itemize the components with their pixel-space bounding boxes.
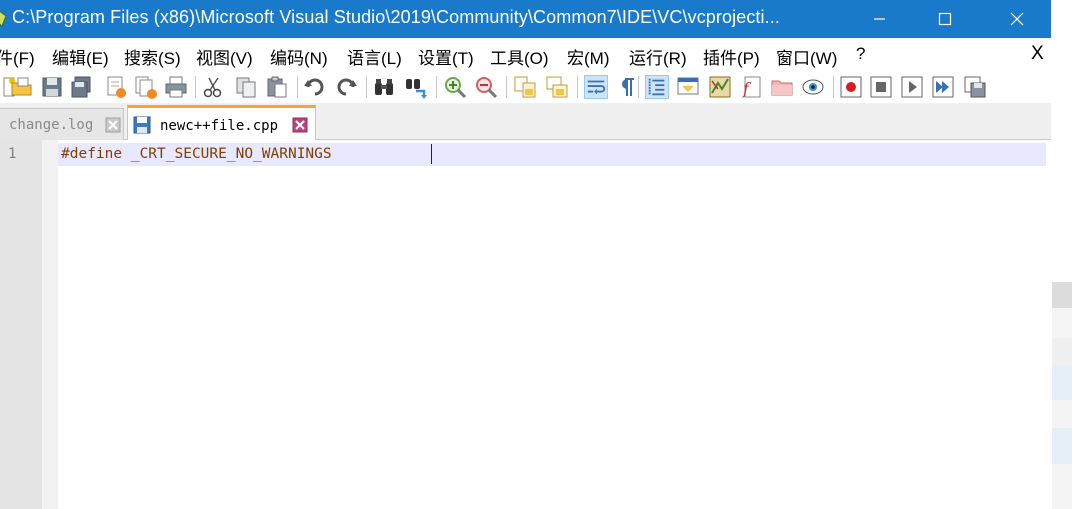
word-wrap-icon[interactable] [584, 75, 608, 99]
toolbar-separator [577, 76, 578, 98]
maximize-icon [938, 12, 952, 26]
close-tab-icon[interactable] [105, 117, 121, 133]
close-icon[interactable] [104, 75, 128, 99]
background-panel [1052, 308, 1072, 338]
notepad-app-icon [0, 10, 7, 27]
save-all-icon[interactable] [69, 75, 93, 99]
undo-icon[interactable] [303, 75, 327, 99]
menu-view[interactable]: 视图(V) [196, 44, 253, 69]
minimize-button[interactable] [856, 0, 902, 38]
line-number-gutter: 1 [0, 140, 42, 509]
close-window-button[interactable] [994, 0, 1040, 38]
menu-language[interactable]: 语言(L) [347, 44, 402, 69]
paste-icon[interactable] [265, 75, 289, 99]
tab-label: newc++file.cpp [160, 118, 279, 134]
print-icon[interactable] [164, 75, 188, 99]
notepad-window: C:\Program Files (x86)\Microsoft Visual … [0, 0, 1051, 509]
menu-bar: 件(F) 编辑(E) 搜索(S) 视图(V) 编码(N) 语言(L) 设置(T)… [0, 38, 1051, 70]
menu-search[interactable]: 搜索(S) [124, 44, 181, 69]
menu-file[interactable]: 件(F) [0, 44, 35, 69]
menu-window[interactable]: 窗口(W) [776, 44, 837, 69]
menu-settings[interactable]: 设置(T) [418, 44, 474, 69]
tab-newc-file-cpp[interactable]: newc++file.cpp [127, 105, 316, 141]
close-tab-icon[interactable] [292, 117, 308, 133]
record-macro-icon[interactable] [839, 75, 863, 99]
background-window-edge [1052, 0, 1072, 509]
folder-workspace-icon[interactable] [770, 75, 794, 99]
fold-margin[interactable] [42, 140, 58, 509]
background-panel [1052, 400, 1072, 428]
close-all-icon[interactable] [134, 75, 158, 99]
find-icon[interactable] [372, 75, 396, 99]
save-macro-icon[interactable] [963, 75, 987, 99]
code-line[interactable]: #define _CRT_SECURE_NO_WARNINGS [61, 146, 332, 162]
background-panel [1052, 366, 1072, 400]
menu-encoding[interactable]: 编码(N) [270, 44, 328, 69]
menu-help[interactable]: ? [856, 44, 865, 64]
toolbar-separator [506, 76, 507, 98]
background-panel [1052, 338, 1072, 366]
toolbar-separator [195, 76, 196, 98]
code-text-area[interactable]: #define _CRT_SECURE_NO_WARNINGS [58, 140, 1050, 509]
line-number: 1 [8, 146, 17, 162]
show-all-chars-icon[interactable] [614, 75, 638, 99]
redo-icon[interactable] [334, 75, 358, 99]
background-panel [1052, 0, 1072, 282]
background-panel [1052, 282, 1072, 308]
tab-label: change.log [9, 117, 94, 133]
close-document-button[interactable]: X [1031, 43, 1044, 65]
cut-icon[interactable] [201, 75, 225, 99]
background-panel [1052, 428, 1072, 464]
close-icon [1010, 12, 1024, 26]
saved-file-icon [133, 116, 151, 134]
menu-tools[interactable]: 工具(O) [490, 44, 549, 69]
tab-change-log[interactable]: change.log [0, 108, 124, 140]
background-panel [1052, 464, 1072, 509]
sync-vertical-icon[interactable] [513, 75, 537, 99]
text-caret [431, 144, 432, 164]
editor-area[interactable]: 1 #define _CRT_SECURE_NO_WARNINGS [0, 140, 1051, 509]
user-language-icon[interactable] [676, 75, 700, 99]
monitoring-icon[interactable] [801, 75, 825, 99]
title-bar[interactable]: C:\Program Files (x86)\Microsoft Visual … [0, 0, 1051, 38]
minimize-icon [874, 18, 885, 20]
toolbar-separator [366, 76, 367, 98]
window-title: C:\Program Files (x86)\Microsoft Visual … [12, 7, 780, 27]
menu-edit[interactable]: 编辑(E) [52, 44, 109, 69]
copy-icon[interactable] [234, 75, 258, 99]
save-icon[interactable] [40, 75, 64, 99]
toolbar: f [0, 70, 1051, 104]
function-list-icon[interactable]: f [740, 75, 764, 99]
play-macro-icon[interactable] [900, 75, 924, 99]
zoom-out-icon[interactable] [474, 75, 498, 99]
zoom-in-icon[interactable] [443, 75, 467, 99]
tab-bar: change.log newc++file.cpp [0, 104, 1051, 141]
indent-guide-icon[interactable] [645, 75, 669, 99]
toolbar-separator [297, 76, 298, 98]
sync-horizontal-icon[interactable] [545, 75, 569, 99]
document-map-icon[interactable] [708, 75, 732, 99]
stop-recording-icon[interactable] [869, 75, 893, 99]
menu-plugins[interactable]: 插件(P) [703, 44, 760, 69]
toolbar-separator [436, 76, 437, 98]
run-macro-multiple-icon[interactable] [931, 75, 955, 99]
replace-icon[interactable] [404, 75, 428, 99]
menu-run[interactable]: 运行(R) [629, 44, 687, 69]
toolbar-separator [638, 76, 639, 98]
toolbar-separator [833, 76, 834, 98]
open-file-icon[interactable] [10, 75, 34, 99]
maximize-button[interactable] [922, 0, 968, 38]
menu-macro[interactable]: 宏(M) [567, 44, 609, 69]
